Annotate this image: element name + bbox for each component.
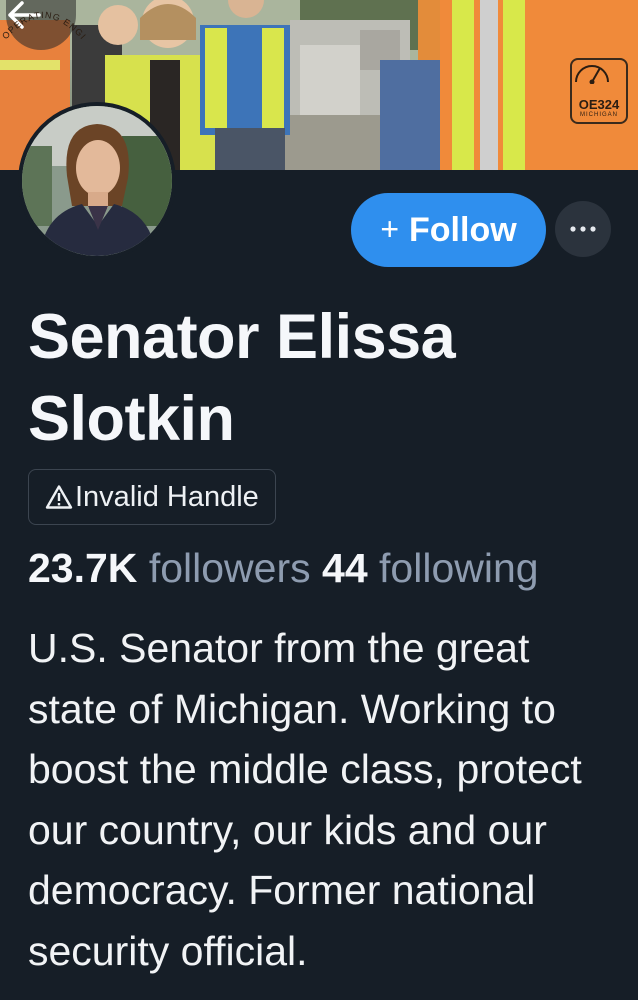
vest-logo-badge: OE324 MICHIGAN: [570, 58, 628, 124]
handle-badge[interactable]: Invalid Handle: [28, 469, 276, 525]
followers-link[interactable]: 23.7K followers: [28, 545, 311, 591]
warning-triangle-icon: [45, 485, 73, 509]
display-name: Senator Elissa Slotkin: [28, 302, 456, 454]
followers-count: 23.7K: [28, 545, 138, 591]
following-label: following: [379, 545, 539, 591]
avatar-photo: [22, 106, 172, 256]
handle-label: Invalid Handle: [75, 480, 259, 513]
profile-stats: 23.7K followers 44 following: [28, 542, 638, 594]
plus-icon: +: [380, 210, 400, 247]
ellipsis-icon: [570, 226, 596, 232]
follow-button[interactable]: + Follow: [351, 193, 546, 267]
avatar[interactable]: [18, 102, 176, 260]
more-options-button[interactable]: [555, 201, 611, 257]
following-count: 44: [322, 545, 368, 591]
follow-button-label: Follow: [409, 210, 517, 249]
vest-logo-code: OE324: [578, 97, 620, 112]
gauge-icon: [575, 65, 609, 84]
profile-bio: U.S. Senator from the great state of Mic…: [28, 625, 582, 974]
vest-logo-state: MICHIGAN: [580, 112, 618, 118]
following-link[interactable]: 44 following: [322, 545, 539, 591]
arrow-left-icon: [8, 1, 41, 29]
followers-label: followers: [148, 545, 311, 591]
